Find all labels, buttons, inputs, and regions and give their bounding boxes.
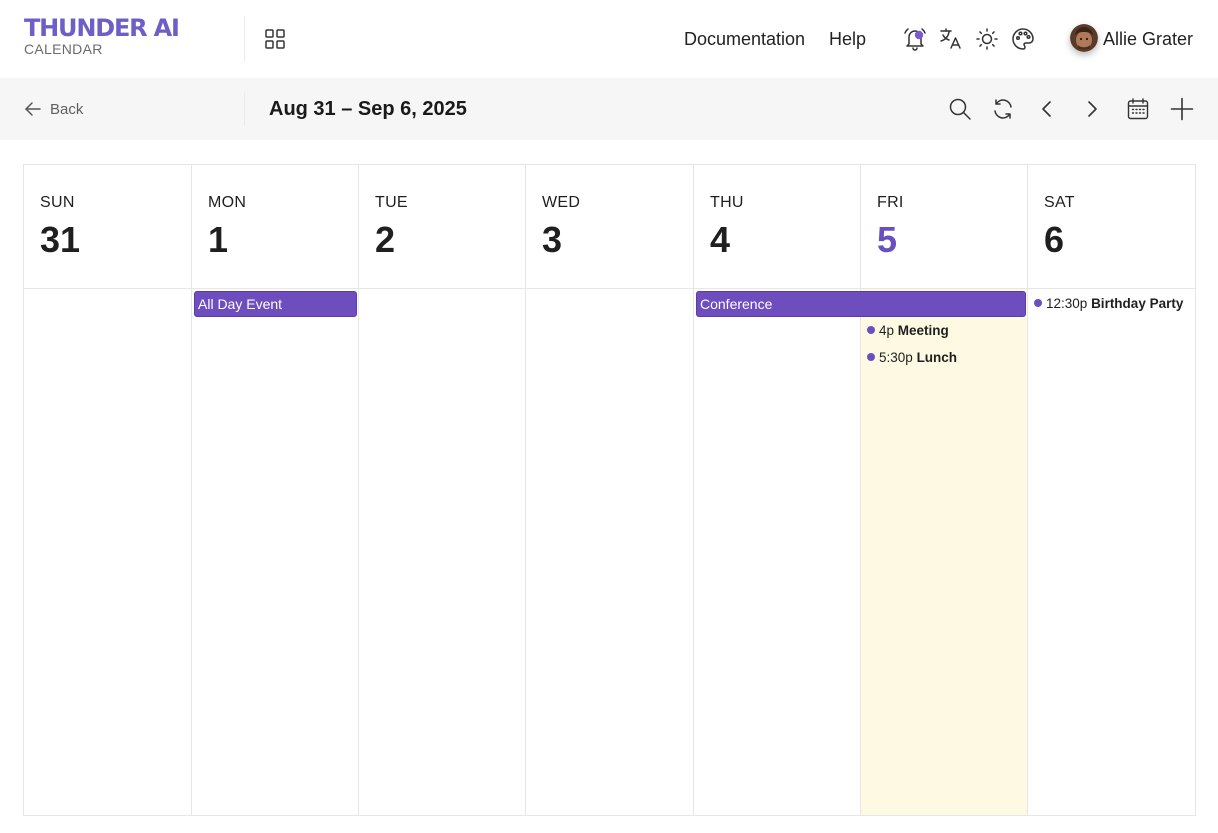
day-of-week: SAT xyxy=(1044,194,1075,211)
app-logo[interactable]: THUNDER AI CALENDAR xyxy=(24,14,180,57)
day-number[interactable]: 3 xyxy=(542,218,562,262)
chevron-left-icon[interactable] xyxy=(1035,97,1059,121)
day-header[interactable]: SUN 31 xyxy=(24,165,191,289)
search-icon[interactable] xyxy=(948,97,972,121)
day-number[interactable]: 6 xyxy=(1044,218,1064,262)
day-column-fri[interactable]: FRI 5 xyxy=(861,165,1028,815)
day-of-week: WED xyxy=(542,194,581,211)
palette-icon[interactable] xyxy=(1010,26,1036,52)
event-dot xyxy=(1034,299,1042,307)
day-of-week: FRI xyxy=(877,194,904,211)
conference-event[interactable]: Conference xyxy=(696,291,1026,317)
day-column-mon[interactable]: MON 1 xyxy=(192,165,359,815)
day-number-today[interactable]: 5 xyxy=(877,218,897,262)
sun-icon[interactable] xyxy=(974,26,1000,52)
day-body-today[interactable] xyxy=(861,289,1027,815)
day-number[interactable]: 2 xyxy=(375,218,395,262)
day-header[interactable]: WED 3 xyxy=(526,165,693,289)
calendar-icon[interactable] xyxy=(1126,97,1150,121)
user-name: Allie Grater xyxy=(1103,29,1194,49)
event-title: Birthday Party xyxy=(1091,296,1184,311)
back-label: Back xyxy=(50,100,84,118)
day-body[interactable] xyxy=(526,289,693,815)
apps-grid-icon[interactable] xyxy=(263,27,287,51)
day-header[interactable]: SAT 6 xyxy=(1028,165,1195,289)
day-column-tue[interactable]: TUE 2 xyxy=(359,165,526,815)
day-header[interactable]: FRI 5 xyxy=(861,165,1027,289)
week-calendar: SUN 31 MON 1 TUE 2 WED 3 THU 4 FRI 5 SAT… xyxy=(23,164,1196,816)
help-link[interactable]: Help xyxy=(829,28,866,50)
day-header[interactable]: MON 1 xyxy=(192,165,358,289)
day-body[interactable] xyxy=(359,289,525,815)
date-range-title: Aug 31 – Sep 6, 2025 xyxy=(269,98,467,120)
day-of-week: TUE xyxy=(375,194,408,211)
day-number[interactable]: 31 xyxy=(40,218,80,262)
day-header[interactable]: TUE 2 xyxy=(359,165,525,289)
day-of-week: SUN xyxy=(40,194,75,211)
arrow-left-icon xyxy=(25,102,41,116)
refresh-icon[interactable] xyxy=(991,97,1015,121)
plus-icon[interactable] xyxy=(1170,97,1194,121)
event-time: 5:30p xyxy=(879,350,913,365)
day-column-thu[interactable]: THU 4 xyxy=(694,165,861,815)
day-column-wed[interactable]: WED 3 xyxy=(526,165,694,815)
day-body[interactable] xyxy=(694,289,860,815)
event-dot xyxy=(867,353,875,361)
app-subtitle: CALENDAR xyxy=(24,41,103,57)
app-title: THUNDER AI xyxy=(24,14,180,42)
chevron-right-icon[interactable] xyxy=(1080,97,1104,121)
top-header: THUNDER AI CALENDAR Documentation Help A… xyxy=(0,0,1218,78)
documentation-link[interactable]: Documentation xyxy=(684,28,805,50)
day-header[interactable]: THU 4 xyxy=(694,165,860,289)
day-column-sun[interactable]: SUN 31 xyxy=(24,165,192,815)
timed-event[interactable]: 4p Meeting xyxy=(867,322,949,340)
header-divider xyxy=(244,16,245,62)
day-body[interactable] xyxy=(192,289,358,815)
event-dot xyxy=(867,326,875,334)
calendar-toolbar: Back Aug 31 – Sep 6, 2025 xyxy=(0,78,1218,140)
day-body[interactable] xyxy=(24,289,191,815)
timed-event[interactable]: 5:30p Lunch xyxy=(867,349,957,367)
day-body[interactable] xyxy=(1028,289,1195,815)
toolbar-divider xyxy=(244,92,245,126)
event-title: Lunch xyxy=(916,350,958,365)
all-day-event[interactable]: All Day Event xyxy=(194,291,357,317)
day-of-week: THU xyxy=(710,194,744,211)
day-of-week: MON xyxy=(208,194,247,211)
day-number[interactable]: 1 xyxy=(208,218,228,262)
bell-icon[interactable] xyxy=(902,26,928,52)
day-column-sat[interactable]: SAT 6 xyxy=(1028,165,1195,815)
day-number[interactable]: 4 xyxy=(710,218,730,262)
timed-event[interactable]: 12:30p Birthday Party xyxy=(1034,295,1183,313)
back-button[interactable]: Back xyxy=(24,98,83,120)
translate-icon[interactable] xyxy=(938,26,964,52)
avatar xyxy=(1070,24,1098,52)
event-time: 12:30p xyxy=(1046,296,1088,311)
event-time: 4p xyxy=(879,323,895,338)
event-title: Meeting xyxy=(897,323,949,338)
